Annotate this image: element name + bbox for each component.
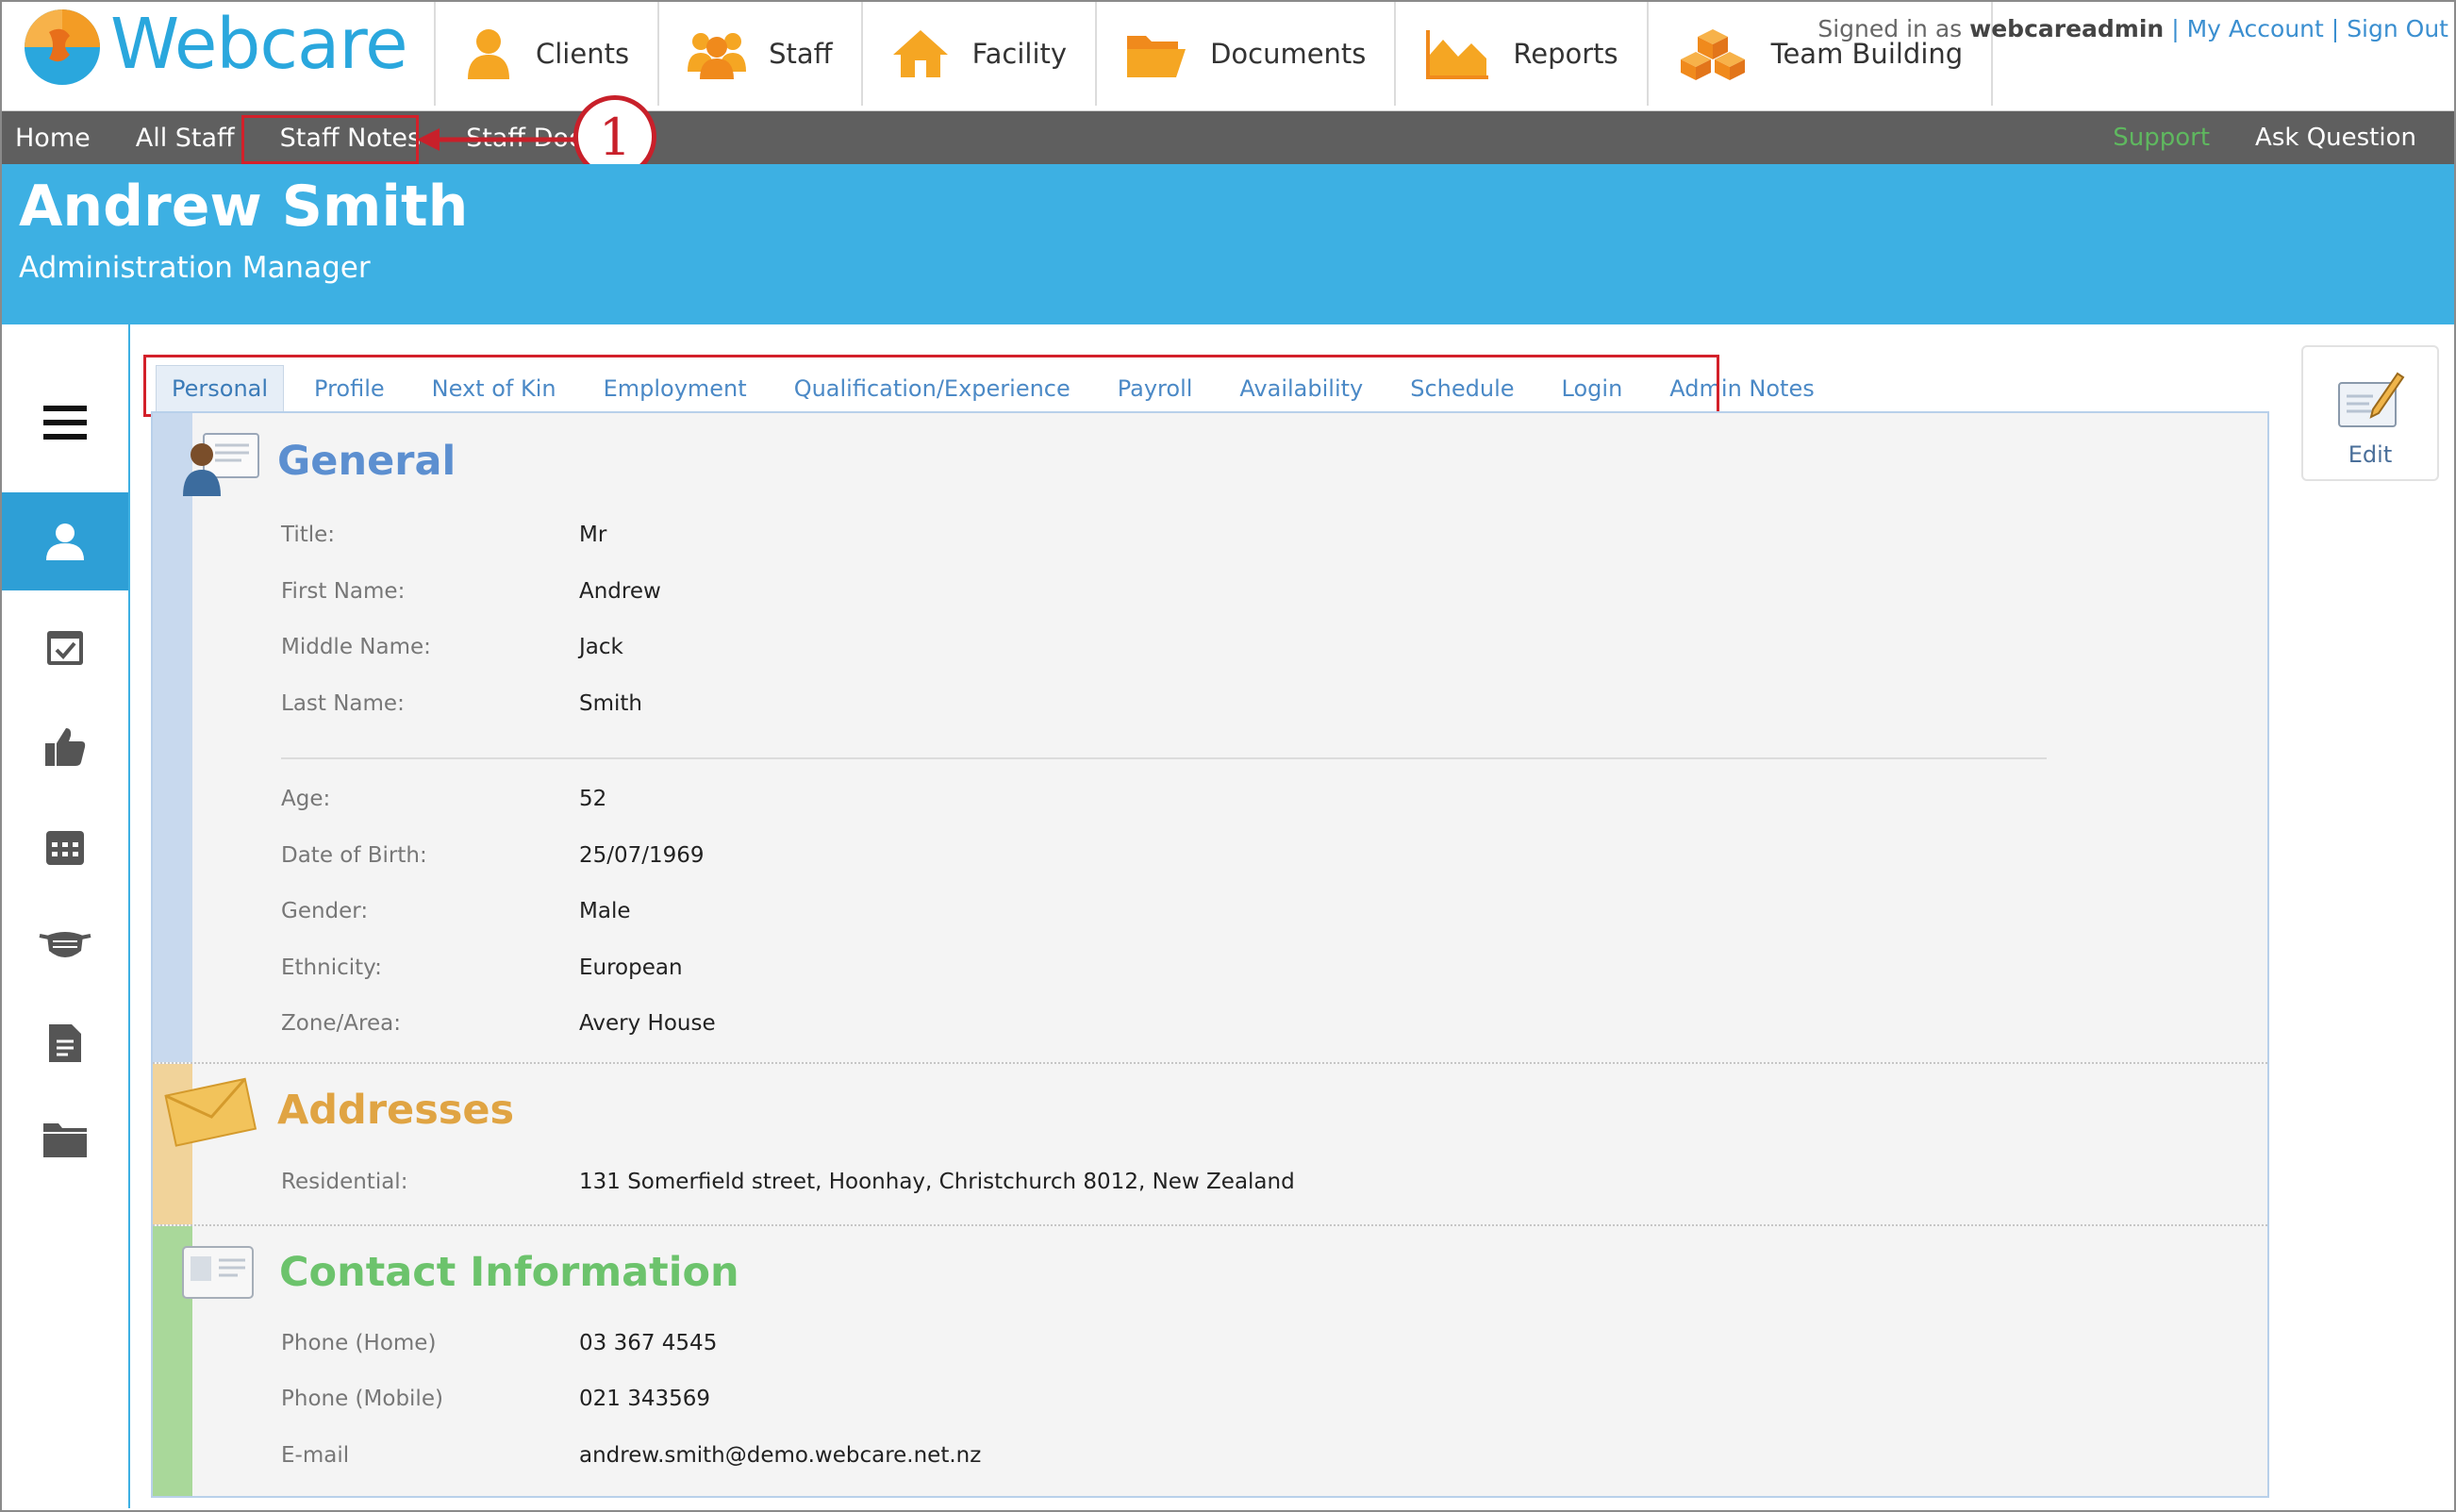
house-icon <box>892 30 948 77</box>
field-value: Male <box>579 899 631 923</box>
my-account-link[interactable]: My Account <box>2187 15 2324 42</box>
nav-documents[interactable]: Documents <box>1095 2 1394 106</box>
edit-pencil-icon <box>2338 372 2405 427</box>
field-value: Avery House <box>579 1011 716 1036</box>
checkbox-calendar-icon <box>47 631 83 665</box>
contact-title: Contact Information <box>279 1249 739 1296</box>
tabs-highlight <box>143 355 1719 417</box>
nav-facility-label: Facility <box>971 38 1068 70</box>
face-mask-icon <box>39 932 91 957</box>
rail-personal[interactable] <box>2 492 128 590</box>
general-title: General <box>277 438 456 485</box>
top-bar: Webcare Clients Staff Facility Documents… <box>2 2 2454 111</box>
document-icon <box>49 1024 81 1062</box>
staff-notes-highlight <box>241 115 419 164</box>
edit-label: Edit <box>2348 441 2393 468</box>
field-value: 131 Somerfield street, Hoonhay, Christch… <box>579 1170 1295 1194</box>
sign-out-link[interactable]: Sign Out <box>2347 15 2448 42</box>
nav-clients-label: Clients <box>536 38 630 70</box>
staff-role: Administration Manager <box>19 251 371 285</box>
field-label: Ethnicity: <box>281 955 382 980</box>
field-label: Zone/Area: <box>281 1011 401 1036</box>
menu-toggle[interactable] <box>2 374 128 472</box>
webcare-logo[interactable]: Webcare <box>21 4 408 89</box>
nav-reports-label: Reports <box>1513 38 1618 70</box>
nav-clients[interactable]: Clients <box>434 2 657 106</box>
boxes-icon <box>1680 29 1745 80</box>
main-nav: Clients Staff Facility Documents Reports… <box>434 2 1994 106</box>
hamburger-icon <box>43 406 87 440</box>
calendar-icon <box>46 831 84 865</box>
field-value: Mr <box>579 523 607 547</box>
rail-files[interactable] <box>2 1090 128 1188</box>
signed-in-text: Signed in as <box>1817 15 1963 42</box>
folder-icon <box>43 1123 87 1157</box>
subnav-all-staff[interactable]: All Staff <box>136 124 235 153</box>
field-value: 021 343569 <box>579 1387 711 1411</box>
field-label: Residential: <box>281 1170 408 1194</box>
area-chart-icon <box>1426 30 1489 79</box>
rail-schedule[interactable] <box>2 798 128 896</box>
separator: | <box>2331 15 2340 42</box>
nav-reports[interactable]: Reports <box>1394 2 1646 106</box>
nav-staff-label: Staff <box>769 38 833 70</box>
nav-staff[interactable]: Staff <box>657 2 861 106</box>
account-area: Signed in as webcareadmin | My Account |… <box>1817 15 2448 42</box>
folder-icon <box>1127 36 1187 77</box>
profile-banner: Andrew Smith Administration Manager <box>2 164 2454 324</box>
field-label: Phone (Home) <box>281 1331 437 1355</box>
nav-documents-label: Documents <box>1210 38 1367 70</box>
subnav-home[interactable]: Home <box>15 124 91 153</box>
field-label: E-mail <box>281 1443 350 1468</box>
logo-mark-icon <box>25 9 100 85</box>
personal-panel: General Title: Mr First Name: Andrew Mid… <box>151 411 2269 1498</box>
left-rail <box>2 324 130 1508</box>
nav-facility[interactable]: Facility <box>860 2 1095 106</box>
brand-name: Webcare <box>110 4 408 85</box>
field-value: European <box>579 955 683 980</box>
section-divider <box>153 1224 2267 1226</box>
field-value: 52 <box>579 787 607 811</box>
field-label: Title: <box>281 523 336 547</box>
rail-documents[interactable] <box>2 994 128 1092</box>
contact-card-icon <box>182 1246 254 1299</box>
rail-feedback[interactable] <box>2 698 128 796</box>
general-strip <box>153 413 192 1062</box>
person-icon <box>468 29 509 79</box>
edit-button[interactable]: Edit <box>2301 345 2439 481</box>
callout-arrow-1 <box>417 128 575 151</box>
thumbs-up-icon <box>45 728 86 766</box>
rail-health[interactable] <box>2 896 128 994</box>
general-separator <box>281 757 2047 759</box>
email-link[interactable]: andrew.smith@demo.webcare.net.nz <box>579 1443 981 1468</box>
field-value: 25/07/1969 <box>579 843 705 868</box>
field-label: First Name: <box>281 579 406 604</box>
field-label: Date of Birth: <box>281 843 427 868</box>
field-label: Middle Name: <box>281 635 431 659</box>
id-card-person-icon <box>183 433 259 496</box>
section-divider <box>153 1062 2267 1064</box>
nav-team-building-label: Team Building <box>1770 38 1964 70</box>
addresses-title: Addresses <box>277 1087 515 1134</box>
field-label: Gender: <box>281 899 369 923</box>
field-value: 03 367 4545 <box>579 1331 718 1355</box>
ask-question-link[interactable]: Ask Question <box>2255 124 2416 152</box>
support-link[interactable]: Support <box>2113 124 2210 152</box>
separator: | <box>2171 15 2180 42</box>
field-label: Age: <box>281 787 331 811</box>
field-label: Last Name: <box>281 691 405 716</box>
field-value: Smith <box>579 691 642 716</box>
envelope-icon <box>164 1077 257 1147</box>
field-value: Jack <box>579 635 623 659</box>
field-value: Andrew <box>579 579 661 604</box>
rail-tasks[interactable] <box>2 598 128 696</box>
staff-name: Andrew Smith <box>19 174 469 240</box>
group-icon <box>688 33 747 79</box>
field-label: Phone (Mobile) <box>281 1387 443 1411</box>
user-icon <box>46 523 84 560</box>
username: webcareadmin <box>1969 15 2165 42</box>
